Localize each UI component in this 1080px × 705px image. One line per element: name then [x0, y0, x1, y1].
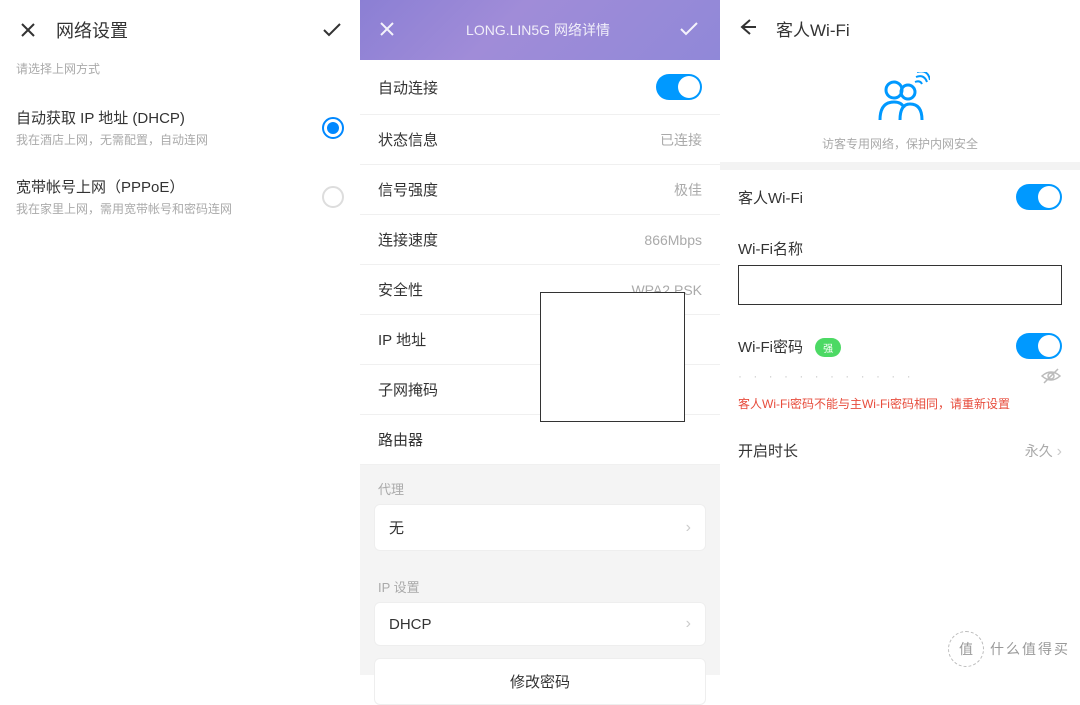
option-title: 宽带帐号上网（PPPoE）	[16, 176, 322, 197]
check-icon[interactable]	[320, 18, 344, 42]
pane1-header: 网络设置	[0, 0, 360, 60]
check-icon[interactable]	[678, 18, 702, 42]
ip-select[interactable]: DHCP ›	[374, 602, 706, 646]
subtitle: 请选择上网方式	[0, 60, 360, 93]
error-text: 客人Wi-Fi密码不能与主Wi-Fi密码相同，请重新设置	[720, 391, 1080, 426]
chevron-right-icon: ›	[686, 519, 691, 537]
page-title: 网络设置	[56, 17, 320, 43]
page-title: 客人Wi-Fi	[776, 16, 850, 41]
row-router: 路由器	[360, 415, 720, 465]
redacted-area	[540, 292, 685, 422]
wifi-name-input[interactable]	[738, 265, 1062, 305]
proxy-select[interactable]: 无 ›	[374, 504, 706, 551]
wifi-pwd-label-row: Wi-Fi密码 强	[720, 319, 1080, 365]
divider	[720, 162, 1080, 170]
radio-icon[interactable]	[322, 186, 344, 208]
watermark-text: 什么值得买	[990, 639, 1070, 659]
strength-badge: 强	[815, 338, 841, 357]
page-title: LONG.LIN5G 网络详情	[398, 20, 678, 40]
row-signal: 信号强度 极佳	[360, 165, 720, 215]
chevron-right-icon: ›	[1057, 443, 1062, 460]
duration-row[interactable]: 开启时长 永久 ›	[720, 426, 1080, 475]
pane3-header: 客人Wi-Fi	[720, 0, 1080, 56]
guest-wifi-toggle-row: 客人Wi-Fi	[720, 170, 1080, 224]
row-speed: 连接速度 866Mbps	[360, 215, 720, 265]
row-auto-connect: 自动连接	[360, 60, 720, 115]
option-desc: 我在家里上网，需用宽带帐号和密码连网	[16, 200, 322, 217]
watermark-logo: 值	[948, 631, 984, 667]
radio-icon[interactable]	[322, 117, 344, 139]
row-status: 状态信息 已连接	[360, 115, 720, 165]
toggle[interactable]	[1016, 333, 1062, 359]
wifi-name-label-row: Wi-Fi名称	[720, 224, 1080, 265]
guest-wifi-icon	[870, 72, 930, 122]
hero-text: 访客专用网络，保护内网安全	[720, 135, 1080, 152]
chevron-right-icon: ›	[686, 615, 691, 633]
proxy-label: 代理	[360, 465, 720, 504]
pane2-header: LONG.LIN5G 网络详情	[360, 0, 720, 60]
back-icon[interactable]	[736, 16, 760, 40]
watermark: 值 什么值得买	[948, 631, 1070, 667]
toggle[interactable]	[656, 74, 702, 100]
option-title: 自动获取 IP 地址 (DHCP)	[16, 107, 322, 128]
ip-setting-label: IP 设置	[360, 563, 720, 602]
close-icon[interactable]	[16, 18, 40, 42]
change-password-button[interactable]: 修改密码	[374, 658, 706, 705]
option-dhcp[interactable]: 自动获取 IP 地址 (DHCP) 我在酒店上网，无需配置，自动连网	[0, 93, 360, 162]
password-masked[interactable]: · · · · · · · · · · · ·	[720, 365, 1080, 391]
option-pppoe[interactable]: 宽带帐号上网（PPPoE） 我在家里上网，需用宽带帐号和密码连网	[0, 162, 360, 231]
hero: 访客专用网络，保护内网安全	[720, 56, 1080, 162]
option-desc: 我在酒店上网，无需配置，自动连网	[16, 131, 322, 148]
close-icon[interactable]	[378, 20, 398, 40]
toggle[interactable]	[1016, 184, 1062, 210]
eye-off-icon[interactable]	[1040, 365, 1062, 387]
